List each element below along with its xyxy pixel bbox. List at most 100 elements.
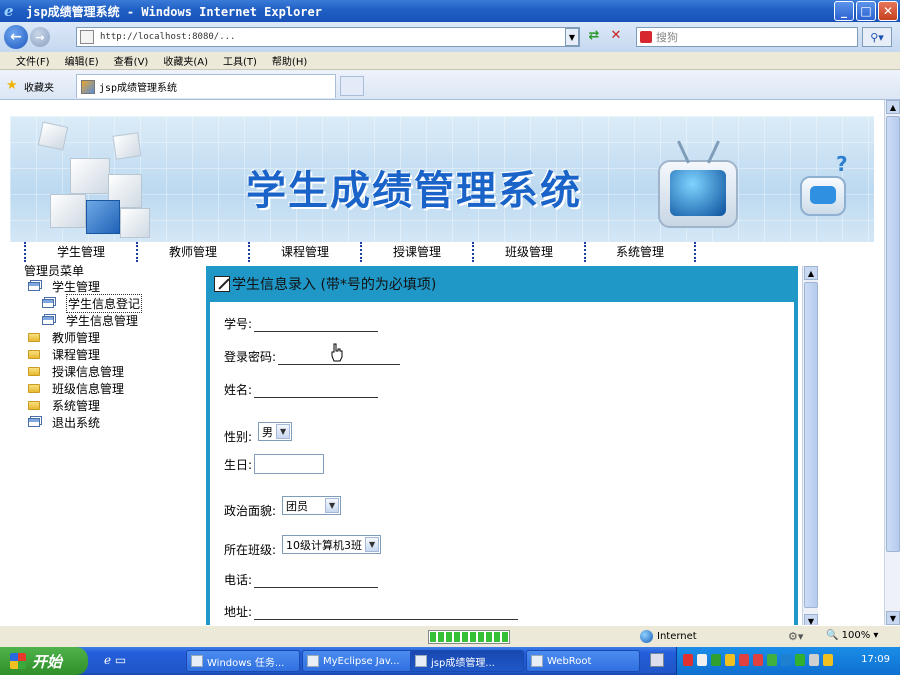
scroll-down-icon[interactable]: ▼ — [886, 611, 900, 625]
search-button[interactable]: ⚲▾ — [862, 27, 892, 47]
taskbar-button-myeclipse[interactable]: MyEclipse Jav... — [302, 650, 416, 672]
new-tab-button[interactable] — [340, 76, 364, 96]
quicklaunch-icons[interactable]: ℯ ▭ — [104, 653, 126, 667]
folder-icon — [28, 333, 40, 342]
page-icon — [80, 30, 94, 44]
window-icon — [42, 316, 54, 325]
address-dropdown-button[interactable]: ▼ — [565, 28, 579, 46]
favorites-bar: ★ 收藏夹 jsp成绩管理系统 — [0, 70, 900, 100]
sidebar-item-logout[interactable]: 退出系统 — [28, 414, 142, 431]
start-button[interactable]: 开始 — [0, 647, 88, 675]
password-label: 登录密码: — [224, 349, 277, 364]
tray-icon[interactable] — [683, 654, 693, 666]
chevron-down-icon[interactable]: ▼ — [365, 537, 380, 552]
nav-teacher[interactable]: 教师管理 — [136, 242, 248, 262]
sidebar-item-teaching[interactable]: 授课信息管理 — [28, 363, 142, 380]
taskbar-button-label: MyEclipse Jav... — [323, 655, 400, 667]
security-zone[interactable]: Internet — [640, 630, 697, 643]
tray-icon[interactable] — [795, 654, 805, 666]
taskbar-button-label: jsp成绩管理... — [431, 657, 495, 669]
minimize-button[interactable]: _ — [834, 1, 854, 21]
row-phone: 电话: — [224, 570, 379, 588]
maximize-button[interactable]: □ — [856, 1, 876, 21]
menu-favorites[interactable]: 收藏夹(A) — [163, 53, 208, 68]
ie-icon — [415, 655, 427, 667]
name-input[interactable] — [254, 380, 379, 398]
sidebar-item-class[interactable]: 班级信息管理 — [28, 380, 142, 397]
nav-course[interactable]: 课程管理 — [248, 242, 360, 262]
nav-student[interactable]: 学生管理 — [24, 242, 136, 262]
birthday-label: 生日: — [224, 457, 253, 472]
zoom-level[interactable]: 🔍 100% ▾ — [826, 630, 878, 641]
nav-system[interactable]: 系统管理 — [584, 242, 696, 262]
close-button[interactable]: ✕ — [878, 1, 898, 21]
sidebar-item-course[interactable]: 课程管理 — [28, 346, 142, 363]
cube-decoration — [112, 132, 142, 160]
menu-help[interactable]: 帮助(H) — [272, 53, 307, 68]
cube-decoration — [37, 121, 69, 151]
political-select[interactable]: 团员 ▼ — [282, 496, 342, 515]
row-class: 所在班级: 10级计算机3班 ▼ — [224, 531, 382, 558]
page-scrollbar[interactable]: ▲ ▼ — [884, 100, 900, 625]
tray-icon[interactable] — [711, 654, 721, 666]
address-field[interactable] — [254, 602, 519, 620]
tray-icon[interactable] — [823, 654, 833, 666]
keyboard-icon[interactable] — [650, 653, 664, 667]
menu-edit[interactable]: 编辑(E) — [65, 53, 99, 68]
favorites-star-icon[interactable]: ★ — [6, 78, 18, 93]
scroll-thumb[interactable] — [886, 116, 900, 552]
sidebar-item-label: 班级信息管理 — [52, 382, 125, 396]
sidebar-item-student-manage[interactable]: 学生信息管理 — [28, 312, 142, 329]
window-title: jsp成绩管理系统 - Windows Internet Explorer — [26, 4, 322, 19]
scroll-up-icon[interactable]: ▲ — [804, 266, 818, 280]
chevron-down-icon[interactable]: ▼ — [325, 498, 340, 513]
protected-mode-icon[interactable]: ⚙▾ — [788, 630, 803, 643]
menu-tools[interactable]: 工具(T) — [223, 53, 257, 68]
student-id-input[interactable] — [254, 314, 379, 332]
favorites-label[interactable]: 收藏夹 — [24, 79, 54, 94]
tray-icon[interactable] — [725, 654, 735, 666]
banner: 学生成绩管理系统 ? — [10, 116, 874, 242]
tray-icon[interactable] — [767, 654, 777, 666]
search-input[interactable]: 搜狗 — [636, 27, 858, 47]
taskbar: 开始 ℯ ▭ Windows 任务... MyEclipse Jav... js… — [0, 647, 900, 675]
search-placeholder: 搜狗 — [656, 31, 678, 44]
tray-icon[interactable] — [697, 654, 707, 666]
scroll-up-icon[interactable]: ▲ — [886, 100, 900, 114]
sidebar-item-system[interactable]: 系统管理 — [28, 397, 142, 414]
phone-input[interactable] — [254, 570, 379, 588]
gender-label: 性别: — [224, 430, 253, 444]
menu-view[interactable]: 查看(V) — [114, 53, 149, 68]
tray-icon[interactable] — [739, 654, 749, 666]
birthday-input[interactable] — [254, 454, 325, 474]
menu-file[interactable]: 文件(F) — [16, 53, 50, 68]
taskbar-button-ie[interactable]: jsp成绩管理... — [410, 650, 524, 672]
frame-scrollbar[interactable]: ▲ ▼ — [802, 266, 818, 628]
political-value: 团员 — [286, 499, 309, 513]
scroll-thumb[interactable] — [804, 282, 818, 608]
sidebar-item-teacher[interactable]: 教师管理 — [28, 329, 142, 346]
chevron-down-icon[interactable]: ▼ — [276, 424, 291, 439]
task-manager-icon — [191, 655, 203, 667]
stop-icon[interactable]: ✕ — [607, 28, 625, 46]
hand-cursor-icon — [331, 343, 343, 362]
tray-icon[interactable] — [809, 654, 819, 666]
question-mark: ? — [836, 152, 848, 176]
back-button[interactable]: ← — [4, 25, 28, 49]
forward-button[interactable]: → — [30, 27, 50, 47]
browser-tab[interactable]: jsp成绩管理系统 — [76, 74, 336, 98]
taskbar-button-webroot[interactable]: WebRoot — [526, 650, 640, 672]
phone-label: 电话: — [224, 572, 253, 587]
taskbar-button-task-manager[interactable]: Windows 任务... — [186, 650, 300, 672]
class-select[interactable]: 10级计算机3班 ▼ — [282, 535, 382, 554]
tray-icon[interactable] — [781, 654, 791, 666]
sidebar-item-student-register[interactable]: 学生信息登记 — [28, 294, 143, 313]
sidebar-item-label: 教师管理 — [52, 331, 101, 345]
nav-teaching[interactable]: 授课管理 — [360, 242, 472, 262]
tray-icon[interactable] — [753, 654, 763, 666]
sidebar-item-student[interactable]: 学生管理 — [28, 278, 142, 295]
refresh-icon[interactable]: ⇄ — [585, 28, 603, 46]
gender-select[interactable]: 男 ▼ — [258, 422, 293, 441]
nav-class[interactable]: 班级管理 — [472, 242, 584, 262]
address-input[interactable]: http://localhost:8080/... — [76, 27, 580, 47]
